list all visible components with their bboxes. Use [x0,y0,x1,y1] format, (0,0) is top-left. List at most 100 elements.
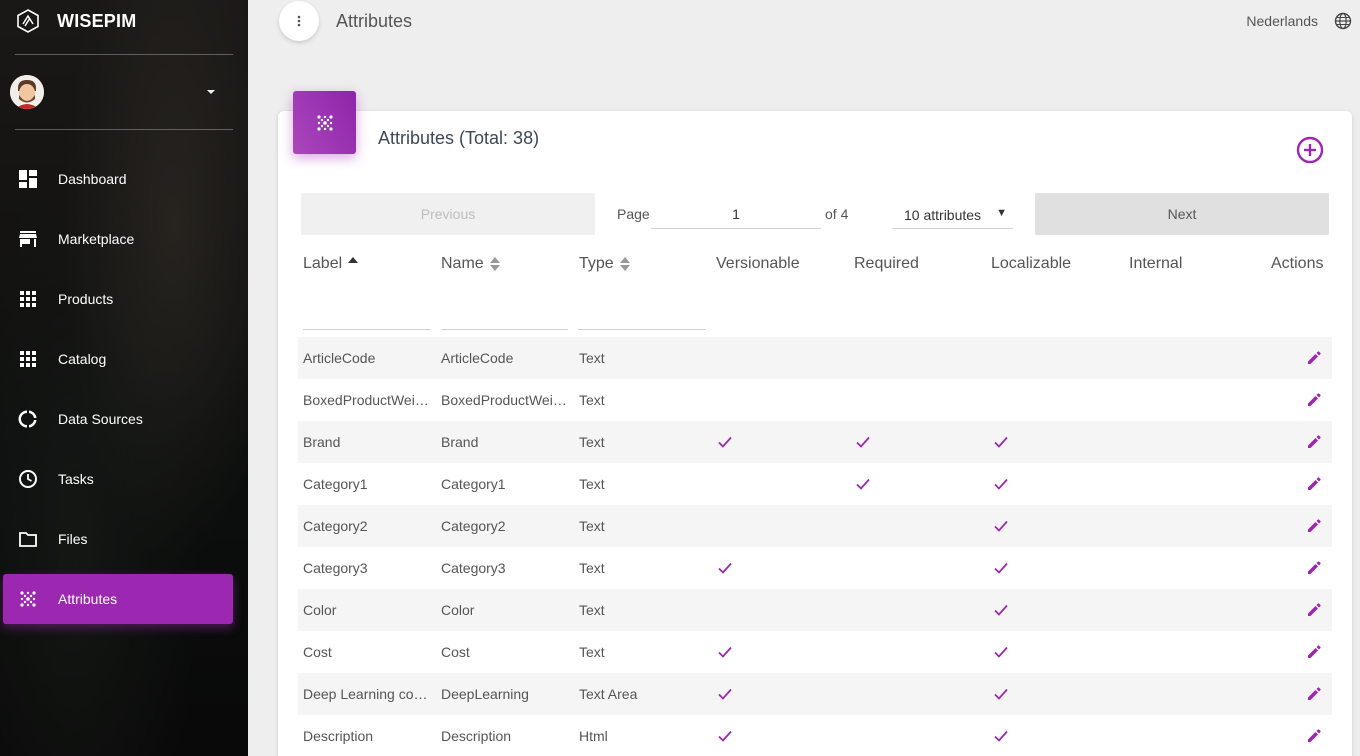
more-options-button[interactable] [279,1,319,41]
cell-label: Cost [303,644,332,660]
sort-icon [489,256,500,272]
name-filter-input[interactable] [441,298,568,330]
cell-type: Text [579,434,605,450]
dropdown-arrow-icon: ▼ [996,207,1007,219]
edit-icon[interactable] [1306,728,1322,744]
edit-icon[interactable] [1306,644,1322,660]
logo[interactable]: WISEPIM [0,0,248,42]
cell-type: Html [579,728,608,744]
cell-name: Cost [441,644,470,660]
cell-type: Text [579,644,605,660]
edit-icon[interactable] [1306,434,1322,450]
sort-icon [619,256,630,272]
sidebar-item-tasks[interactable]: Tasks [3,454,233,504]
avatar [10,75,44,109]
edit-icon[interactable] [1306,350,1322,366]
add-circle-icon[interactable] [1296,136,1324,164]
cell-name: Category2 [441,518,506,534]
cell-type: Text [579,602,605,618]
sidebar-item-label: Tasks [58,471,94,487]
sidebar-item-label: Products [58,291,114,307]
column-header-internal: Internal [1129,255,1183,272]
cell-type: Text [579,476,605,492]
sidebar-item-label: Files [58,531,88,547]
edit-icon[interactable] [1306,602,1322,618]
table-row: Brand Brand Text [298,421,1332,463]
card-title: Attributes (Total: 38) [378,128,540,148]
column-header-type[interactable]: Type [579,255,630,273]
edit-icon[interactable] [1306,476,1322,492]
sidebar-item-data-sources[interactable]: Data Sources [3,394,233,444]
sidebar-item-marketplace[interactable]: Marketplace [3,214,233,264]
chevron-down-icon[interactable] [207,90,215,94]
page-title: Attributes [336,11,413,31]
cell-label: ArticleCode [303,350,376,366]
column-header-name[interactable]: Name [441,255,500,273]
label-filter-input[interactable] [303,298,431,330]
column-header-versionable: Versionable [716,255,800,272]
more-vert-icon [297,15,301,27]
table-row: ArticleCode ArticleCode Text [298,337,1332,379]
cell-name: Brand [441,434,479,450]
table-row: BoxedProductWeig... BoxedProductWeig... Te… [298,379,1332,421]
grid-icon [18,349,38,369]
check-icon [718,435,732,448]
divider [15,129,233,130]
check-icon [718,645,732,658]
dots-icon [293,91,356,154]
dashboard-icon [18,169,38,189]
check-icon [994,603,1008,616]
sidebar-item-dashboard[interactable]: Dashboard [3,154,233,204]
cell-type: Text [579,392,605,408]
table-row: Category3 Category3 Text [298,547,1332,589]
sidebar-item-label: Attributes [58,591,118,607]
column-header-label[interactable]: Label [303,255,359,273]
dots-icon [18,589,38,609]
check-icon [994,561,1008,574]
cell-label: Color [303,602,337,618]
check-icon [718,687,732,700]
table-row: Category1 Category1 Text [298,463,1332,505]
page-size-value: 10 attributes [904,207,982,223]
language-selector[interactable]: Nederlands [1246,13,1318,29]
check-icon [994,687,1008,700]
globe-icon[interactable] [1334,12,1352,30]
cell-type: Text Area [579,686,638,702]
cell-type: Text [579,518,605,534]
table-row: Cost Cost Text [298,631,1332,673]
edit-icon[interactable] [1306,686,1322,702]
check-icon [994,729,1008,742]
table-row: Category2 Category2 Text [298,505,1332,547]
cell-name: BoxedProductWeig... [441,392,569,408]
column-header-actions: Actions [1271,255,1324,272]
edit-icon[interactable] [1306,560,1322,576]
next-button[interactable]: Next [1035,193,1329,235]
check-icon [994,645,1008,658]
edit-icon[interactable] [1306,518,1322,534]
cell-name: DeepLearning [441,686,529,702]
cell-label: Category2 [303,518,368,534]
check-icon [856,477,870,490]
page-input[interactable] [651,199,821,229]
sidebar-item-attributes[interactable]: Attributes [3,574,233,624]
user-menu[interactable] [10,72,230,112]
page-label: Page [617,206,650,222]
sidebar-item-label: Data Sources [58,411,143,427]
column-type-text: Type [579,255,614,272]
clock-icon [18,469,38,489]
cell-label: Category3 [303,560,368,576]
cell-name: Color [441,602,475,618]
app-name: WISEPIM [57,10,137,31]
sidebar-item-files[interactable]: Files [3,514,233,564]
edit-icon[interactable] [1306,392,1322,408]
page-size-select[interactable]: 10 attributes ▼ [892,199,1013,229]
sidebar-item-products[interactable]: Products [3,274,233,324]
donut-icon [18,409,38,429]
sidebar-item-catalog[interactable]: Catalog [3,334,233,384]
type-filter-input[interactable] [578,298,706,330]
previous-button[interactable]: Previous [301,193,595,235]
grid-icon [18,289,38,309]
folder-icon [18,529,38,549]
table-row: Color Color Text [298,589,1332,631]
check-icon [994,435,1008,448]
